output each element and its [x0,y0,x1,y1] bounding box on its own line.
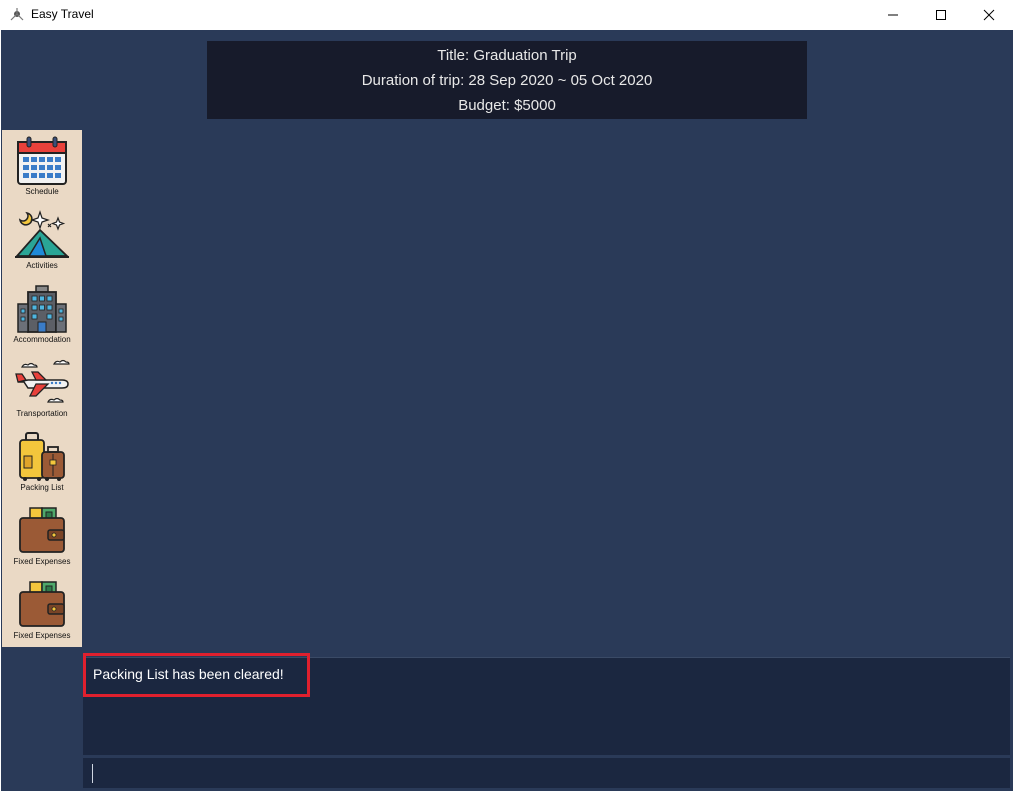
close-icon [983,9,995,21]
sidebar-item-label: Fixed Expenses [13,631,71,640]
app-window: Title: Graduation Trip Duration of trip:… [1,30,1013,791]
wallet-icon [19,507,65,553]
sidebar-item-label: Activities [26,261,58,270]
sidebar-item-fixed-expenses[interactable]: Fixed Expenses [2,500,82,574]
text-cursor [92,764,93,783]
wallet-icon [19,581,65,627]
sidebar-item-label: Packing List [20,483,64,492]
sidebar-item-label: Schedule [25,187,59,196]
window-title: Easy Travel [31,7,94,21]
result-message: Packing List has been cleared! [93,666,284,682]
tent-icon [15,210,70,258]
sidebar-item-transportation[interactable]: Transportation [2,352,82,426]
command-input[interactable] [83,758,1010,788]
airplane-icon [15,359,70,403]
maximize-button[interactable] [918,0,964,30]
minimize-button[interactable] [870,0,916,30]
trip-budget: Budget: $5000 [458,97,556,114]
sidebar-item-label: Transportation [16,409,68,418]
app-icon [10,8,24,21]
trip-header: Title: Graduation Trip Duration of trip:… [207,41,807,119]
sidebar-item-packing-list[interactable]: Packing List [2,426,82,500]
sidebar-item-label: Accommodation [13,335,71,344]
minimize-icon [888,14,898,16]
maximize-icon [936,10,946,20]
title-bar: Easy Travel [0,0,1014,30]
sidebar-item-fixed-expenses-2[interactable]: Fixed Expenses [2,574,82,648]
result-display: Packing List has been cleared! [83,653,1010,755]
sidebar-item-label: Fixed Expenses [13,557,71,566]
sidebar: Schedule Activities Accommodation Transp… [2,130,82,647]
sidebar-item-schedule[interactable]: Schedule [2,130,82,204]
trip-title: Title: Graduation Trip [437,47,577,64]
sidebar-item-activities[interactable]: Activities [2,204,82,278]
close-button[interactable] [966,0,1012,30]
calendar-icon [17,136,67,185]
sidebar-item-accommodation[interactable]: Accommodation [2,278,82,352]
trip-duration: Duration of trip: 28 Sep 2020 ~ 05 Oct 2… [361,72,653,89]
hotel-icon [17,285,67,333]
luggage-icon [19,432,65,481]
